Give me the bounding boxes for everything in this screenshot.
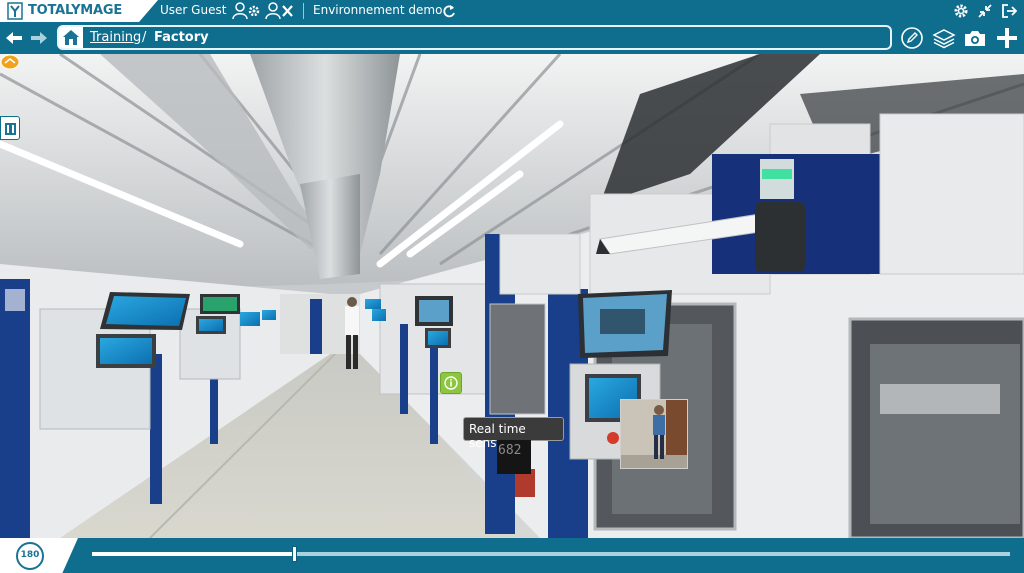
brand-logo-mark-icon [7,2,23,20]
brand-logo: TOTALYMAGE [0,0,158,22]
side-panel-toggle[interactable] [0,116,20,140]
photo-hotspot[interactable] [620,399,688,469]
edit-icon[interactable] [900,27,924,49]
collapse-icon[interactable] [977,2,993,20]
layers-icon[interactable] [932,27,956,49]
info-icon [444,376,458,390]
breadcrumb-current: Factory [154,30,209,45]
user-name: User Guest [160,3,227,17]
forward-arrow-icon[interactable] [30,30,48,46]
header-divider [303,3,304,19]
home-button[interactable] [59,27,83,48]
sensor-value-display: 682 [497,440,531,474]
back-arrow-icon[interactable] [5,30,23,46]
add-icon[interactable] [995,27,1019,49]
camera-icon[interactable] [963,27,987,49]
rotate-180-label: 180 [20,550,40,560]
person-photo [621,400,687,468]
building-icon [5,123,16,135]
environment-label: Environnement demo [313,3,443,17]
rotate-180-button[interactable]: 180 [0,538,78,573]
logout-icon[interactable] [1001,2,1018,20]
hotspot-tooltip: Real time sensor [463,417,564,450]
timeline-slider[interactable] [92,546,1010,562]
breadcrumb: Training / Factory [57,25,892,50]
breadcrumb-separator: / [142,30,147,45]
navigation-bar: Training / Factory [0,22,1024,54]
brand-name: TOTALYMAGE [28,3,123,18]
timeline-handle[interactable] [291,546,297,562]
info-hotspot[interactable] [440,372,462,394]
home-icon [63,30,79,45]
breadcrumb-link-training[interactable]: Training [90,30,141,45]
bottom-bar: 180 [0,538,1024,573]
user-remove-icon[interactable] [264,2,294,20]
refresh-icon[interactable] [442,2,456,20]
rotate-180-icon: 180 [16,542,44,570]
timeline-progress [92,552,294,556]
user-settings-icon[interactable] [231,2,261,20]
panorama-viewer[interactable]: Real time sensor 682 [0,54,1024,538]
settings-icon[interactable] [953,2,969,20]
top-bar: TOTALYMAGE User Guest Environnement demo [0,0,1024,22]
link-hotspot-icon[interactable] [0,54,20,70]
